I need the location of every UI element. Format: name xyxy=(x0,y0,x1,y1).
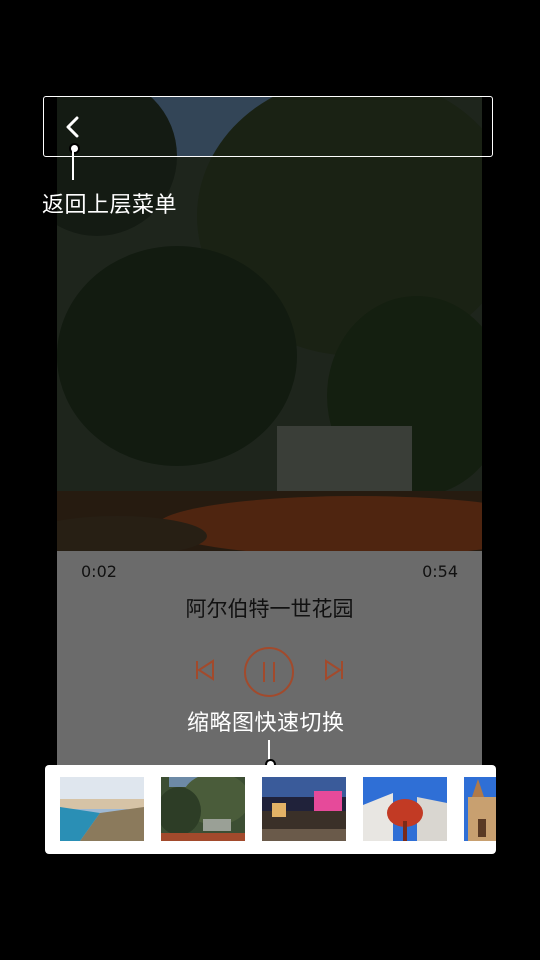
thumbnail-annotation: 缩略图快速切换 xyxy=(187,711,345,736)
next-button[interactable] xyxy=(323,658,345,682)
current-time: 0:02 xyxy=(81,562,117,581)
back-leader-line xyxy=(72,150,74,180)
chevron-left-icon xyxy=(66,116,79,138)
thumb-night-street[interactable] xyxy=(262,777,346,841)
back-leader-dot xyxy=(69,143,80,154)
photo-overlay xyxy=(57,96,482,551)
back-button[interactable] xyxy=(60,112,86,142)
thumb-coastline[interactable] xyxy=(60,777,144,841)
thumbnail-strip xyxy=(45,765,496,854)
thumb-garden[interactable] xyxy=(161,777,245,841)
pause-icon xyxy=(244,647,294,697)
previous-button[interactable] xyxy=(194,658,216,682)
skip-previous-icon xyxy=(196,659,214,681)
thumb-red-sculpture[interactable] xyxy=(363,777,447,841)
track-title: 阿尔伯特一世花园 xyxy=(185,597,354,621)
main-photo xyxy=(57,96,482,551)
total-time: 0:54 xyxy=(422,562,458,581)
back-highlight-frame xyxy=(43,96,493,157)
thumb-church[interactable] xyxy=(464,777,496,841)
skip-next-icon xyxy=(325,659,343,681)
back-annotation: 返回上层菜单 xyxy=(42,193,178,218)
pause-button[interactable] xyxy=(243,646,295,698)
